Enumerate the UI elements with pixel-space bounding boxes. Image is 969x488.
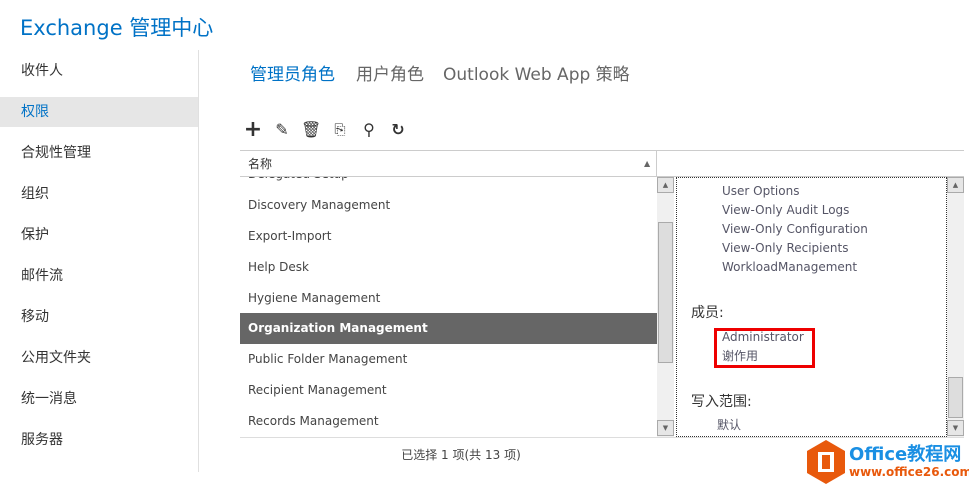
delete-icon[interactable]: 🗑	[301, 120, 321, 140]
list-item-selected[interactable]: Organization Management	[240, 313, 657, 344]
nav-item-mail-flow[interactable]: 邮件流	[0, 261, 198, 291]
nav-item-recipients[interactable]: 收件人	[0, 56, 198, 86]
member-entry: Administrator	[722, 330, 804, 344]
details-scrollbar[interactable]: ▲ ▼	[947, 177, 964, 437]
sidebar-nav: 收件人 权限 合规性管理 组织 保护 邮件流 移动 公用文件夹 统一消息 服务器	[0, 50, 199, 472]
member-entry: 谢作用	[722, 349, 759, 363]
nav-item-permissions[interactable]: 权限	[0, 97, 198, 127]
list-header: 名称 ▲	[240, 150, 964, 177]
scroll-up-icon[interactable]: ▲	[947, 177, 964, 193]
write-scope-value: 默认	[717, 418, 742, 432]
watermark-url: www.office26.com	[849, 465, 969, 479]
tab-admin-roles[interactable]: 管理员角色	[250, 60, 335, 85]
add-icon[interactable]: +	[243, 119, 263, 141]
selection-status: 已选择 1 项(共 13 项)	[401, 448, 521, 462]
list-item[interactable]: Delegated Setup	[240, 177, 657, 190]
list-item[interactable]: Records Management	[240, 406, 657, 437]
tab-user-roles[interactable]: 用户角色	[356, 60, 424, 85]
nav-item-unified-messaging[interactable]: 统一消息	[0, 384, 198, 414]
column-header-name[interactable]: 名称	[248, 155, 272, 172]
list-item[interactable]: Discovery Management	[240, 190, 657, 221]
app-title: Exchange 管理中心	[20, 16, 214, 40]
role-entry: View-Only Recipients	[722, 241, 849, 255]
role-entry: User Options	[722, 184, 800, 198]
nav-item-servers[interactable]: 服务器	[0, 425, 198, 455]
role-list: Delegated Setup Discovery Management Exp…	[240, 177, 657, 437]
scroll-up-icon[interactable]: ▲	[657, 177, 674, 193]
refresh-icon[interactable]: ↻	[388, 120, 408, 140]
list-scrollbar[interactable]: ▲ ▼	[657, 177, 674, 437]
scroll-thumb[interactable]	[658, 222, 673, 363]
list-item[interactable]: Help Desk	[240, 252, 657, 283]
list-item[interactable]: Public Folder Management	[240, 344, 657, 375]
nav-item-mobile[interactable]: 移动	[0, 302, 198, 332]
search-icon[interactable]: ⚲	[359, 120, 379, 140]
watermark-logo: Office教程网 www.office26.com	[805, 438, 969, 486]
role-entry: View-Only Audit Logs	[722, 203, 850, 217]
role-entry: WorkloadManagement	[722, 260, 858, 274]
list-item[interactable]: Hygiene Management	[240, 283, 657, 314]
write-scope-label: 写入范围:	[691, 394, 752, 410]
list-item[interactable]: Recipient Management	[240, 375, 657, 406]
tab-owa-policies[interactable]: Outlook Web App 策略	[443, 60, 630, 85]
office-logo-icon	[807, 440, 845, 484]
edit-icon[interactable]: ✎	[272, 120, 292, 140]
details-pane: User Options View-Only Audit Logs View-O…	[676, 177, 947, 437]
list-item[interactable]: Export-Import	[240, 221, 657, 252]
sort-ascending-icon[interactable]: ▲	[644, 159, 650, 168]
header-divider	[656, 151, 657, 177]
nav-item-compliance[interactable]: 合规性管理	[0, 138, 198, 168]
members-label: 成员:	[691, 305, 724, 321]
scroll-down-icon[interactable]: ▼	[947, 420, 964, 436]
nav-item-public-folders[interactable]: 公用文件夹	[0, 343, 198, 373]
watermark-title: Office教程网	[849, 444, 962, 465]
nav-item-organization[interactable]: 组织	[0, 179, 198, 209]
nav-item-protection[interactable]: 保护	[0, 220, 198, 250]
scroll-thumb[interactable]	[948, 377, 963, 418]
scroll-down-icon[interactable]: ▼	[657, 420, 674, 436]
role-entry: View-Only Configuration	[722, 222, 868, 236]
copy-icon[interactable]: ⎘	[330, 120, 350, 140]
